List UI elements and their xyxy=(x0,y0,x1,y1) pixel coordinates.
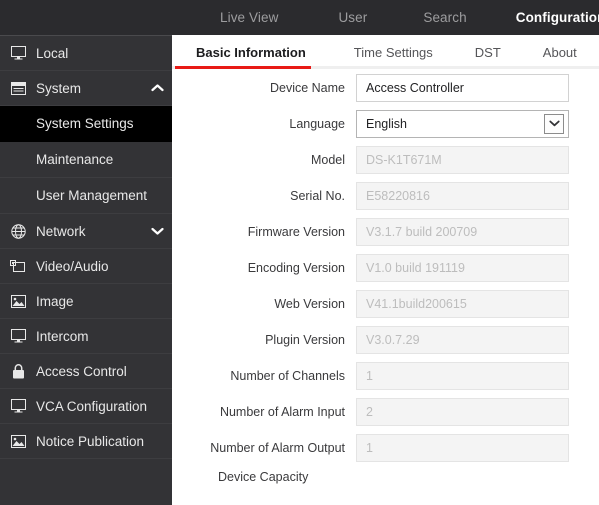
web-version-value: V41.1build200615 xyxy=(356,289,569,318)
sidebar-item-access-control[interactable]: Access Control xyxy=(0,354,172,389)
plugin-version-value: V3.0.7.29 xyxy=(356,325,569,354)
field-serial-no: Serial No. E58220816 xyxy=(174,178,599,213)
field-firmware-version: Firmware Version V3.1.7 build 200709 xyxy=(174,214,599,249)
sidebar-item-intercom[interactable]: Intercom xyxy=(0,319,172,354)
chevron-down-icon[interactable] xyxy=(142,227,172,235)
topnav-item-live-view[interactable]: Live View xyxy=(218,10,280,25)
image-icon xyxy=(0,434,36,448)
field-label: Web Version xyxy=(274,296,345,311)
topnav-item-configuration[interactable]: Configuration xyxy=(514,10,599,25)
language-select-value: English xyxy=(366,116,407,131)
topnav-item-user[interactable]: User xyxy=(336,10,369,25)
field-label: Number of Alarm Output xyxy=(210,440,345,455)
sidebar-item-label: Video/Audio xyxy=(36,258,109,274)
field-label: Number of Channels xyxy=(230,368,345,383)
chevron-up-icon[interactable] xyxy=(142,84,172,92)
sidebar-item-label: Network xyxy=(36,223,86,239)
sidebar-item-system-settings[interactable]: System Settings xyxy=(0,106,172,142)
monitor-icon xyxy=(0,46,36,60)
sidebar-item-label: Access Control xyxy=(36,363,127,379)
top-navigation-bar: Live View User Search Configuration xyxy=(0,0,599,35)
tab-dst[interactable]: DST xyxy=(475,45,501,60)
topnav-item-search[interactable]: Search xyxy=(421,10,468,25)
field-number-of-alarm-output: Number of Alarm Output 1 xyxy=(174,430,599,465)
device-name-input[interactable]: Access Controller xyxy=(356,73,569,102)
sidebar-subitem-label: User Management xyxy=(36,188,148,203)
field-encoding-version: Encoding Version V1.0 build 191119 xyxy=(174,250,599,285)
tab-active-underline xyxy=(175,66,311,69)
monitor-icon xyxy=(0,329,36,343)
field-label: Plugin Version xyxy=(265,332,345,347)
sidebar-item-vca-configuration[interactable]: VCA Configuration xyxy=(0,389,172,424)
lock-icon xyxy=(0,363,36,379)
field-label: Number of Alarm Input xyxy=(219,404,345,419)
image-icon xyxy=(0,294,36,308)
firmware-version-value: V3.1.7 build 200709 xyxy=(356,217,569,246)
field-number-of-channels: Number of Channels 1 xyxy=(174,358,599,393)
field-label: Serial No. xyxy=(290,188,345,203)
sidebar-item-label: Image xyxy=(36,293,74,309)
content-area: Basic Information Time Settings DST Abou… xyxy=(172,35,599,505)
sidebar-subitem-label: Maintenance xyxy=(36,152,114,167)
sidebar-item-label: Intercom xyxy=(36,328,89,344)
topnav-spacer xyxy=(0,17,218,18)
sidebar-item-user-management[interactable]: User Management xyxy=(0,178,172,214)
field-label: Firmware Version xyxy=(247,224,345,239)
sidebar-item-label: VCA Configuration xyxy=(36,398,148,414)
tab-bar: Basic Information Time Settings DST Abou… xyxy=(174,35,599,69)
sidebar-item-local[interactable]: Local xyxy=(0,36,172,71)
field-label: Device Name xyxy=(269,80,345,95)
sidebar-item-network[interactable]: Network xyxy=(0,214,172,249)
tab-about[interactable]: About xyxy=(543,45,577,60)
field-plugin-version: Plugin Version V3.0.7.29 xyxy=(174,322,599,357)
sidebar-item-label: Notice Publication xyxy=(36,433,145,449)
configuration-page: Live View User Search Configuration Loca… xyxy=(0,0,599,505)
sidebar: Local System System Settings Maintenance… xyxy=(0,35,172,505)
field-label: Language xyxy=(289,116,345,131)
sidebar-item-notice-publication[interactable]: Notice Publication xyxy=(0,424,172,459)
number-of-alarm-output-value: 1 xyxy=(356,433,569,462)
field-number-of-alarm-input: Number of Alarm Input 2 xyxy=(174,394,599,429)
sidebar-subitem-label: System Settings xyxy=(36,116,134,131)
field-label: Model xyxy=(310,152,345,167)
field-model: Model DS-K1T671M xyxy=(174,142,599,177)
number-of-channels-value: 1 xyxy=(356,361,569,390)
field-web-version: Web Version V41.1build200615 xyxy=(174,286,599,321)
language-select[interactable]: English xyxy=(356,109,569,138)
globe-icon xyxy=(0,223,36,239)
field-language: Language English xyxy=(174,106,599,141)
sidebar-item-image[interactable]: Image xyxy=(0,284,172,319)
encoding-version-value: V1.0 build 191119 xyxy=(356,253,569,282)
monitor-icon xyxy=(0,399,36,413)
number-of-alarm-input-value: 2 xyxy=(356,397,569,426)
tab-time-settings[interactable]: Time Settings xyxy=(354,45,433,60)
sidebar-item-maintenance[interactable]: Maintenance xyxy=(0,142,172,178)
chevron-down-icon[interactable] xyxy=(544,113,564,134)
serial-no-value: E58220816 xyxy=(356,181,569,210)
tab-basic-information[interactable]: Basic Information xyxy=(196,45,306,60)
basic-information-form: Device Name Access Controller Language E… xyxy=(174,70,599,488)
model-value: DS-K1T671M xyxy=(356,145,569,174)
video-icon xyxy=(0,259,36,273)
sidebar-item-label: Local xyxy=(36,45,69,61)
sidebar-item-video-audio[interactable]: Video/Audio xyxy=(0,249,172,284)
sidebar-item-system[interactable]: System xyxy=(0,71,172,106)
device-capacity-section-title: Device Capacity xyxy=(218,470,309,484)
field-label: Encoding Version xyxy=(247,260,345,275)
sidebar-item-label: System xyxy=(36,80,82,96)
window-icon xyxy=(0,81,36,95)
field-device-name: Device Name Access Controller xyxy=(174,70,599,105)
